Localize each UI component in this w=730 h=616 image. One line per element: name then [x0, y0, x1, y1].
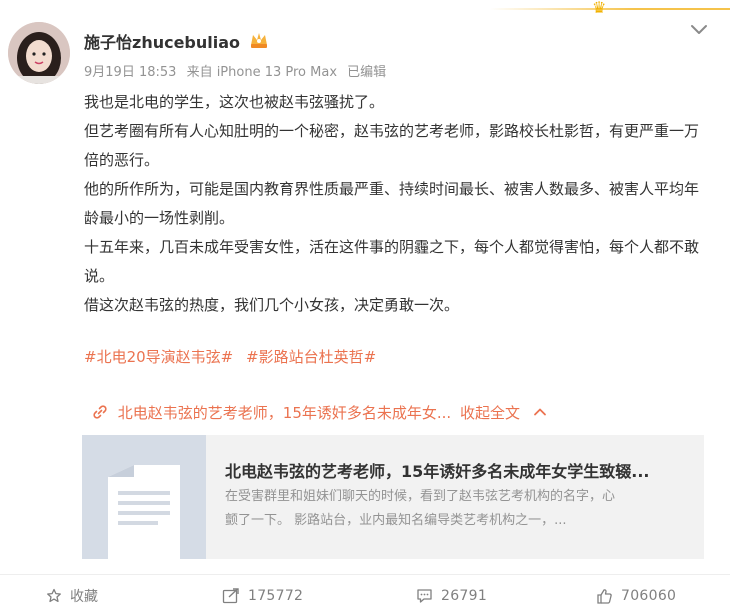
document-icon	[82, 435, 206, 559]
link-icon	[93, 405, 107, 419]
article-summary: 在受害群里和姐妹们聊天的时候，看到了赵韦弦艺考机构的名字，心 颤了一下。 影路站…	[225, 485, 685, 533]
favorite-button[interactable]: 收藏	[46, 576, 98, 616]
like-count: 706060	[621, 588, 677, 604]
post-paragraph: 但艺考圈有所有人心知肚明的一个秘密，赵韦弦的艺考老师，影路校长杜影哲，有更严重一…	[84, 122, 700, 169]
action-bar: 收藏 175772 26791 706060	[0, 576, 730, 616]
collapse-button[interactable]: 收起全文	[460, 404, 520, 422]
divider	[0, 574, 730, 575]
article-summary-line: 在受害群里和姐妹们聊天的时候，看到了赵韦弦艺考机构的名字，心	[225, 489, 616, 504]
avatar[interactable]	[8, 22, 70, 84]
star-icon	[47, 588, 61, 603]
edited-label[interactable]: 已编辑	[347, 65, 386, 80]
post-date[interactable]: 9月19日 18:53	[84, 65, 176, 80]
article-title[interactable]: 北电赵韦弦的艺考老师，15年诱奸多名未成年女学生致辍...	[225, 458, 685, 482]
repost-count: 175772	[248, 588, 304, 604]
article-summary-line: 颤了一下。 影路站台，业内最知名编导类艺考机构之一，...	[225, 513, 567, 528]
post-paragraph: 十五年来，几百未成年受害女性，活在这件事的阴霾之下，每个人都觉得害怕，每个人都不…	[84, 238, 700, 285]
post-meta: 9月19日 18:53 来自 iPhone 13 Pro Max 已编辑	[84, 61, 392, 80]
chevron-down-icon[interactable]	[688, 18, 710, 40]
hashtags: #北电20导演赵韦弦# #影路站台杜英哲#	[84, 346, 384, 367]
weibo-post-card: ♛ 施子怡zhucebuliao 9月19日 18:53 来自 iPhone 1…	[0, 0, 730, 616]
top-decoration: ♛	[490, 0, 730, 20]
hashtag-link[interactable]: #影路站台杜英哲#	[246, 348, 376, 366]
article-link-row: 北电赵韦弦的艺考老师，15年诱奸多名未成年女... 收起全文	[92, 402, 547, 423]
favorite-label: 收藏	[70, 589, 98, 605]
comment-button[interactable]: 26791	[416, 576, 487, 616]
like-icon	[597, 589, 612, 604]
article-thumbnail	[82, 435, 206, 559]
article-preview-card[interactable]: 北电赵韦弦的艺考老师，15年诱奸多名未成年女学生致辍... 在受害群里和姐妹们聊…	[82, 435, 704, 559]
comment-icon	[417, 589, 432, 603]
post-body: 我也是北电的学生，这次也被赵韦弦骚扰了。 但艺考圈有所有人心知肚明的一个秘密，赵…	[84, 88, 704, 320]
comment-count: 26791	[441, 588, 488, 604]
post-paragraph: 他的所作所为，可能是国内教育界性质最严重、持续时间最长、被害人数最多、被害人平均…	[84, 180, 700, 227]
post-paragraph: 借这次赵韦弦的热度，我们几个小女孩，决定勇敢一次。	[84, 296, 460, 314]
username[interactable]: 施子怡zhucebuliao	[84, 29, 240, 53]
repost-button[interactable]: 175772	[222, 576, 303, 616]
repost-icon	[222, 588, 239, 604]
crown-icon: ♛	[592, 0, 607, 17]
article-link[interactable]: 北电赵韦弦的艺考老师，15年诱奸多名未成年女...	[118, 404, 451, 422]
post-source: 来自 iPhone 13 Pro Max	[186, 65, 338, 80]
post-paragraph: 我也是北电的学生，这次也被赵韦弦骚扰了。	[84, 93, 385, 111]
hashtag-link[interactable]: #北电20导演赵韦弦#	[84, 348, 233, 366]
like-button[interactable]: 706060	[596, 576, 676, 616]
chevron-up-icon[interactable]	[533, 405, 547, 419]
decoration-line	[490, 8, 730, 10]
vip-crown-icon	[251, 33, 267, 48]
